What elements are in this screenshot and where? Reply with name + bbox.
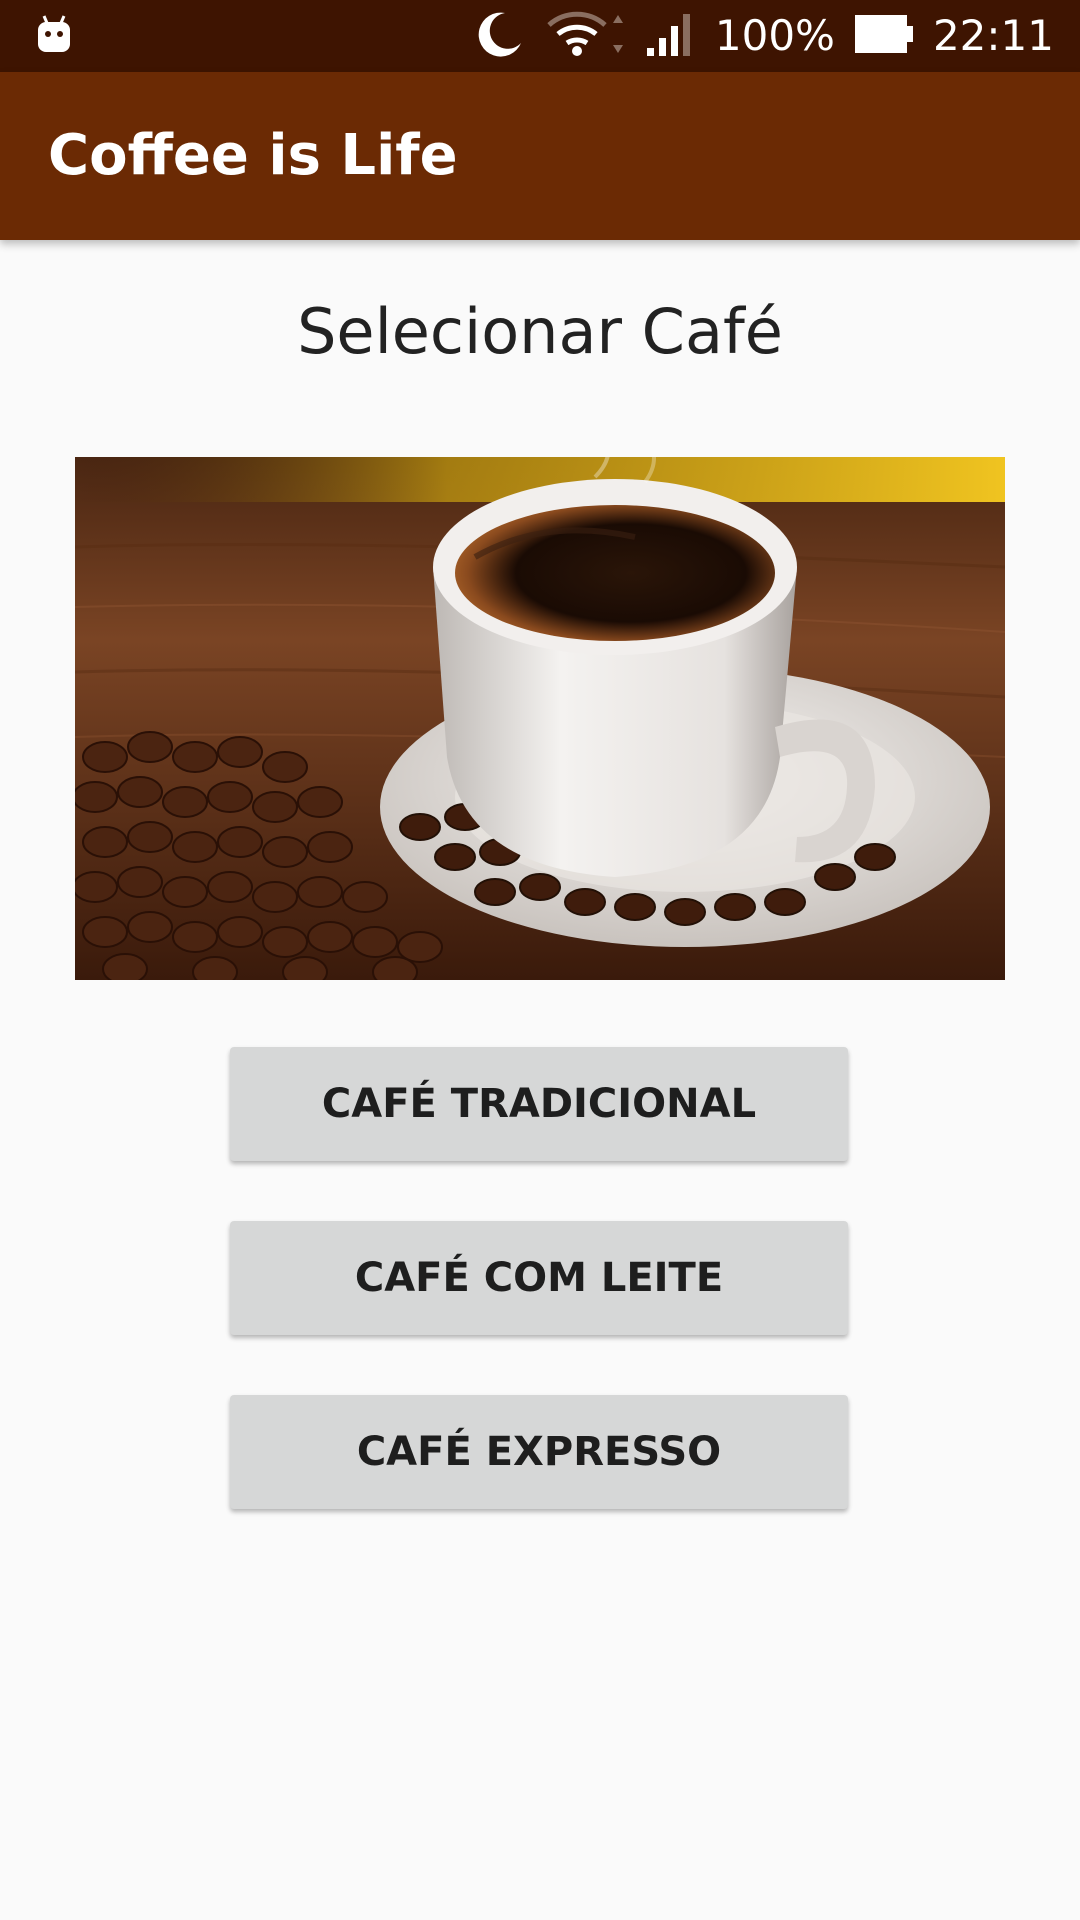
wifi-icon	[545, 9, 625, 63]
status-bar: 100% 22:11	[0, 0, 1080, 72]
moon-icon	[475, 9, 525, 63]
battery-level: 100%	[714, 11, 835, 60]
clock: 22:11	[932, 11, 1054, 60]
signal-icon	[645, 10, 695, 62]
battery-icon	[854, 13, 913, 59]
cafe-tradicional-button[interactable]: CAFÉ TRADICIONAL	[230, 1047, 848, 1161]
coffee-image	[75, 457, 1005, 980]
cafe-com-leite-button[interactable]: CAFÉ COM LEITE	[230, 1221, 848, 1335]
page-title: Selecionar Café	[297, 295, 783, 368]
app-title: Coffee is Life	[48, 123, 458, 188]
android-icon	[36, 14, 72, 60]
app-bar: Coffee is Life	[0, 72, 1080, 240]
cafe-expresso-button[interactable]: CAFÉ EXPRESSO	[230, 1395, 848, 1509]
